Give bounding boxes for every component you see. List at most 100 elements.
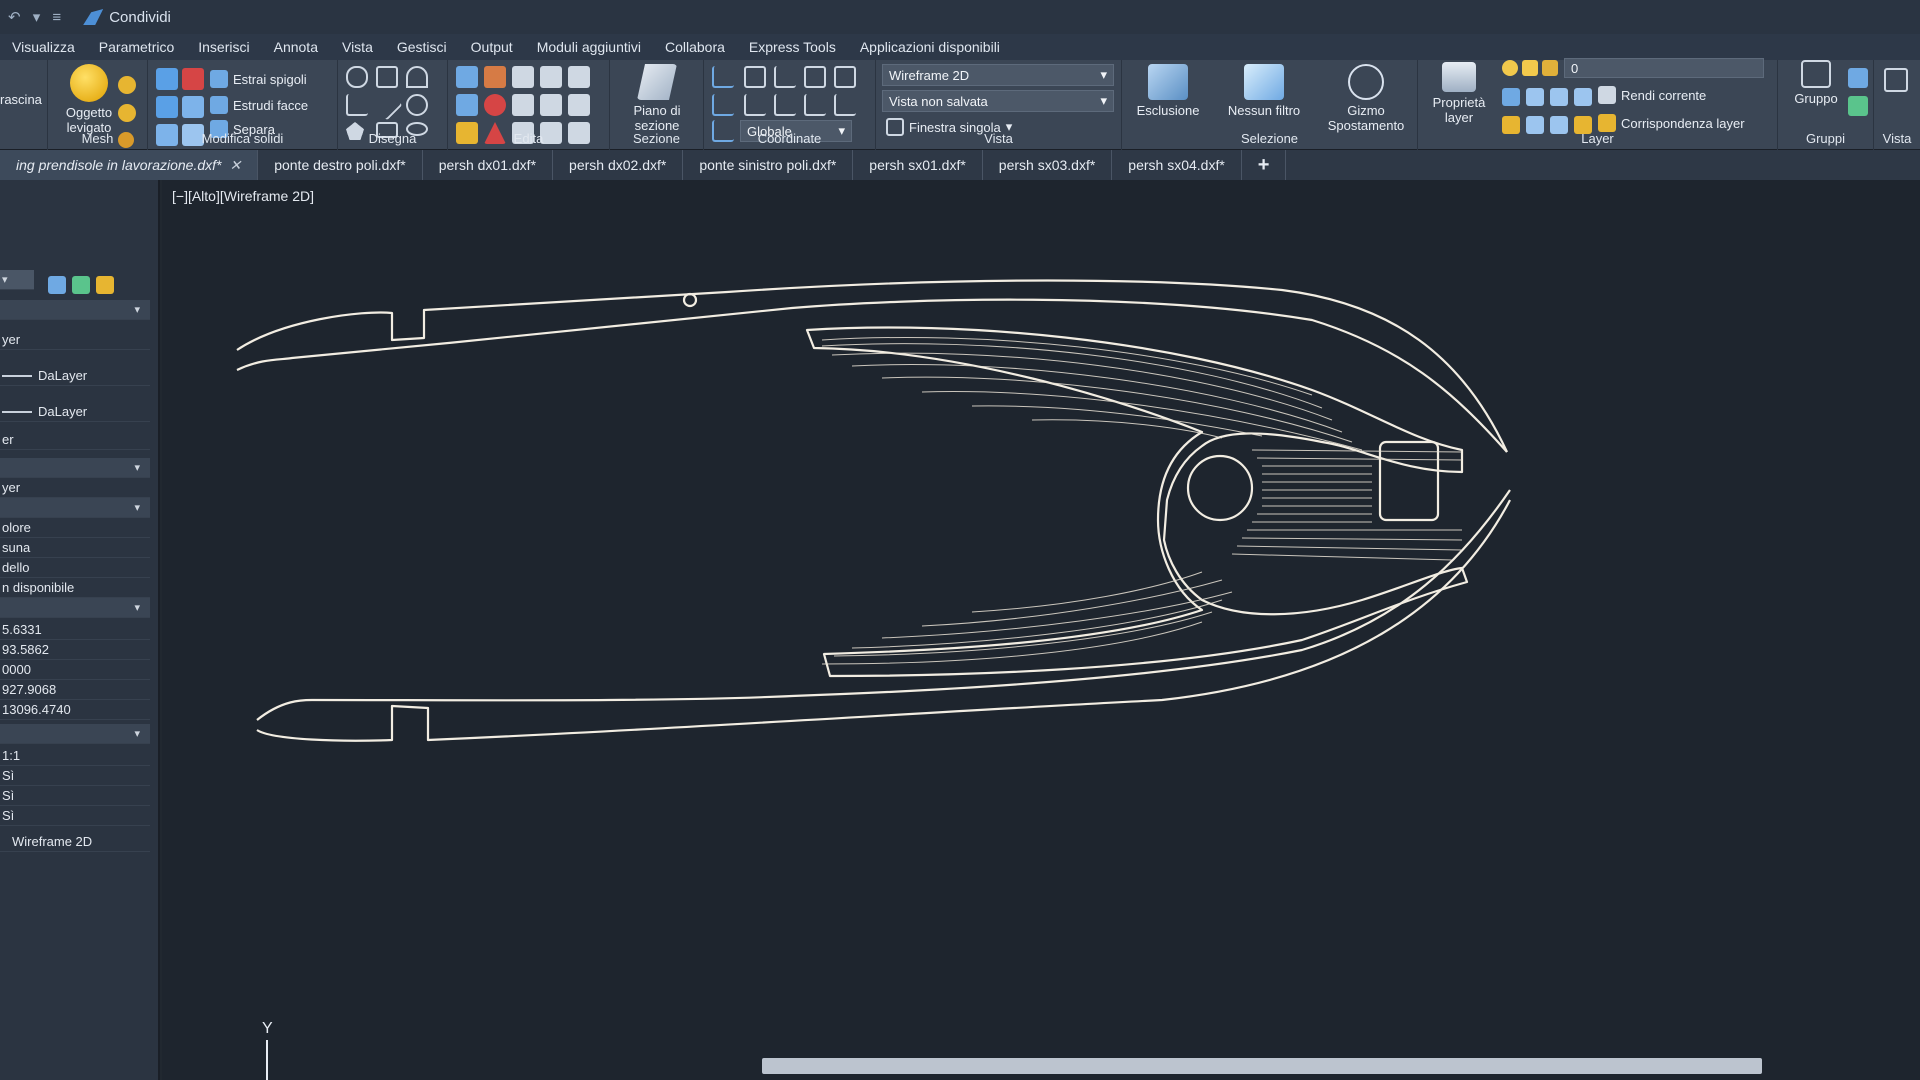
layer-unisolate-icon[interactable]: [1526, 88, 1544, 106]
visual-style-combo[interactable]: Wireframe 2D ▾: [882, 64, 1114, 86]
layer-lock-icon[interactable]: [1542, 60, 1558, 76]
layer-properties-button[interactable]: Proprietà layer: [1422, 62, 1496, 125]
smooth-object-button[interactable]: Oggetto levigato: [54, 64, 124, 135]
move-gizmo-button[interactable]: Gizmo Spostamento: [1318, 64, 1414, 133]
ribbon-tab-annota[interactable]: Annota: [262, 39, 330, 55]
section-plane-button[interactable]: Piano di sezione: [618, 64, 696, 133]
drawing-canvas[interactable]: [−][Alto][Wireframe 2D] Y: [162, 180, 1920, 1080]
rotate-icon[interactable]: [484, 66, 506, 88]
layer-isolate-icon[interactable]: [1502, 88, 1520, 106]
quick-select-icon[interactable]: [48, 276, 66, 294]
extract-edges-button[interactable]: Estrai spigoli: [210, 70, 307, 88]
horizontal-scrollbar[interactable]: [762, 1058, 1762, 1074]
mesh-smooth-more-icon[interactable]: [118, 104, 136, 122]
ribbon-tab-collabora[interactable]: Collabora: [653, 39, 737, 55]
new-tab-button[interactable]: +: [1242, 150, 1287, 180]
ucs-y-icon[interactable]: [774, 94, 796, 116]
share-button[interactable]: Condividi: [83, 9, 171, 26]
array-icon[interactable]: [568, 94, 590, 116]
viewport-controls-label[interactable]: [−][Alto][Wireframe 2D]: [172, 188, 314, 204]
property-layer[interactable]: yer: [0, 330, 150, 350]
pickadd-icon[interactable]: [96, 276, 114, 294]
property-ucs-at-origin[interactable]: Sì: [0, 786, 150, 806]
copy-icon[interactable]: [540, 66, 562, 88]
ucs-z-icon[interactable]: [804, 94, 826, 116]
doc-tab-active[interactable]: ing prendisole in lavorazione.dxf* ✕: [0, 150, 259, 180]
ucs-icon[interactable]: [712, 66, 734, 88]
group-button[interactable]: Gruppo: [1786, 60, 1846, 106]
mirror-icon[interactable]: [568, 66, 590, 88]
doc-tab[interactable]: persh sx01.dxf*: [853, 150, 983, 180]
scale-icon[interactable]: [540, 94, 562, 116]
view-tools-icon[interactable]: [1884, 68, 1908, 92]
saved-view-combo[interactable]: Vista non salvata ▾: [882, 90, 1114, 112]
subtract-icon[interactable]: [182, 68, 204, 90]
ribbon-tab-gestisci[interactable]: Gestisci: [385, 39, 459, 55]
property-center-z[interactable]: 0000: [0, 660, 150, 680]
explode-icon[interactable]: [484, 94, 506, 116]
ribbon-tab-output[interactable]: Output: [459, 39, 525, 55]
property-plot-style[interactable]: olore: [0, 518, 150, 538]
doc-tab[interactable]: ponte destro poli.dxf*: [258, 150, 423, 180]
property-linetype[interactable]: DaLayer: [0, 366, 150, 386]
doc-tab[interactable]: persh dx02.dxf*: [553, 150, 684, 180]
union-icon[interactable]: [156, 68, 178, 90]
circle-icon[interactable]: [406, 94, 428, 116]
section-header-view[interactable]: ▾: [0, 598, 150, 618]
ribbon-tab-visualizza[interactable]: Visualizza: [0, 39, 87, 55]
quick-access-arrows[interactable]: ↶ ▾ ≡: [8, 8, 65, 26]
property-row[interactable]: yer: [0, 478, 150, 498]
property-width[interactable]: 13096.4740: [0, 700, 150, 720]
drawing-geometry[interactable]: [162, 180, 1920, 1080]
property-plot-attached[interactable]: dello: [0, 558, 150, 578]
property-ucs-per-viewport[interactable]: Sì: [0, 806, 150, 826]
section-header-3d[interactable]: ▾: [0, 458, 150, 478]
doc-tab[interactable]: persh dx01.dxf*: [423, 150, 554, 180]
property-visual-style[interactable]: Wireframe 2D: [0, 832, 150, 852]
fillet-icon[interactable]: [456, 94, 478, 116]
stretch-icon[interactable]: [512, 94, 534, 116]
ucs-x-icon[interactable]: [744, 94, 766, 116]
section-header-general[interactable]: ▾: [0, 300, 150, 320]
layer-on-all-icon[interactable]: [1574, 88, 1592, 106]
section-header-misc[interactable]: ▾: [0, 724, 150, 744]
isolate-button[interactable]: Esclusione: [1128, 64, 1208, 118]
property-annotation-scale[interactable]: 1:1: [0, 746, 150, 766]
property-linetype-scale[interactable]: DaLayer: [0, 402, 150, 422]
doc-tab[interactable]: persh sx03.dxf*: [983, 150, 1113, 180]
layer-on-icon[interactable]: [1502, 60, 1518, 76]
ribbon-tab-express-tools[interactable]: Express Tools: [737, 39, 848, 55]
ribbon-tab-moduli[interactable]: Moduli aggiuntivi: [525, 39, 653, 55]
drag-label[interactable]: rascina: [0, 92, 42, 107]
polyline-icon[interactable]: [346, 66, 368, 88]
layer-off-icon[interactable]: [1550, 88, 1568, 106]
ungroup-icon[interactable]: [1848, 68, 1868, 88]
property-row[interactable]: er: [0, 430, 150, 450]
ucs-zaxis-icon[interactable]: [834, 94, 856, 116]
curve-icon[interactable]: [406, 66, 428, 88]
property-height[interactable]: 927.9068: [0, 680, 150, 700]
line-icon[interactable]: [371, 89, 403, 121]
ucs-view-icon[interactable]: [804, 66, 826, 88]
layer-freeze-icon[interactable]: [1522, 60, 1538, 76]
section-header-plot[interactable]: ▾: [0, 498, 150, 518]
ucs-world-icon[interactable]: [744, 66, 766, 88]
ribbon-tab-applicazioni[interactable]: Applicazioni disponibili: [848, 39, 1012, 55]
property-center-y[interactable]: 93.5862: [0, 640, 150, 660]
doc-tab[interactable]: ponte sinistro poli.dxf*: [683, 150, 854, 180]
layer-combo[interactable]: 0: [1564, 58, 1764, 78]
property-ucs-icon-on[interactable]: Sì: [0, 766, 150, 786]
ribbon-tab-inserisci[interactable]: Inserisci: [186, 39, 261, 55]
extrude-faces-button[interactable]: Estrudi facce: [210, 96, 308, 114]
ucs-origin-icon[interactable]: [774, 66, 796, 88]
ucs-3point-icon[interactable]: [712, 94, 734, 116]
intersect-icon[interactable]: [156, 96, 178, 118]
ucs-object-icon[interactable]: [834, 66, 856, 88]
no-filter-button[interactable]: Nessun filtro: [1218, 64, 1310, 118]
trim-icon[interactable]: [512, 66, 534, 88]
group-edit-icon[interactable]: [1848, 96, 1868, 116]
property-plot-table[interactable]: suna: [0, 538, 150, 558]
move-icon[interactable]: [456, 66, 478, 88]
ribbon-tab-vista[interactable]: Vista: [330, 39, 385, 55]
ribbon-tab-parametrico[interactable]: Parametrico: [87, 39, 186, 55]
